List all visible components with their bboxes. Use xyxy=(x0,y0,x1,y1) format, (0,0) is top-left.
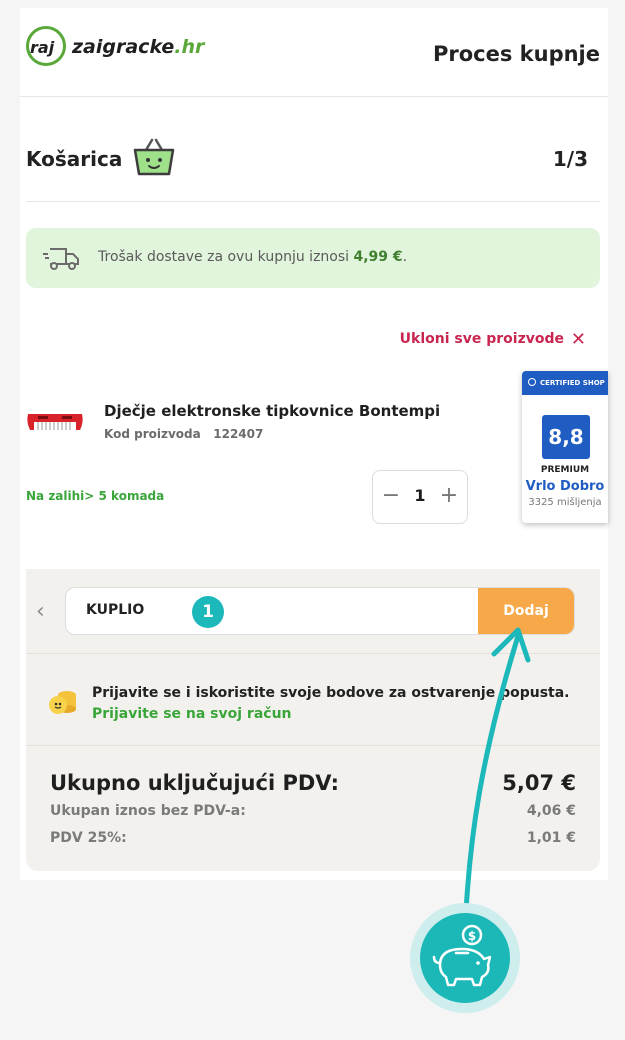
svg-text:$: $ xyxy=(468,929,476,943)
piggy-bank-icon: $ xyxy=(432,924,492,987)
annotation-arrow xyxy=(463,627,531,915)
piggy-bank-button[interactable]: $ xyxy=(420,913,510,1003)
